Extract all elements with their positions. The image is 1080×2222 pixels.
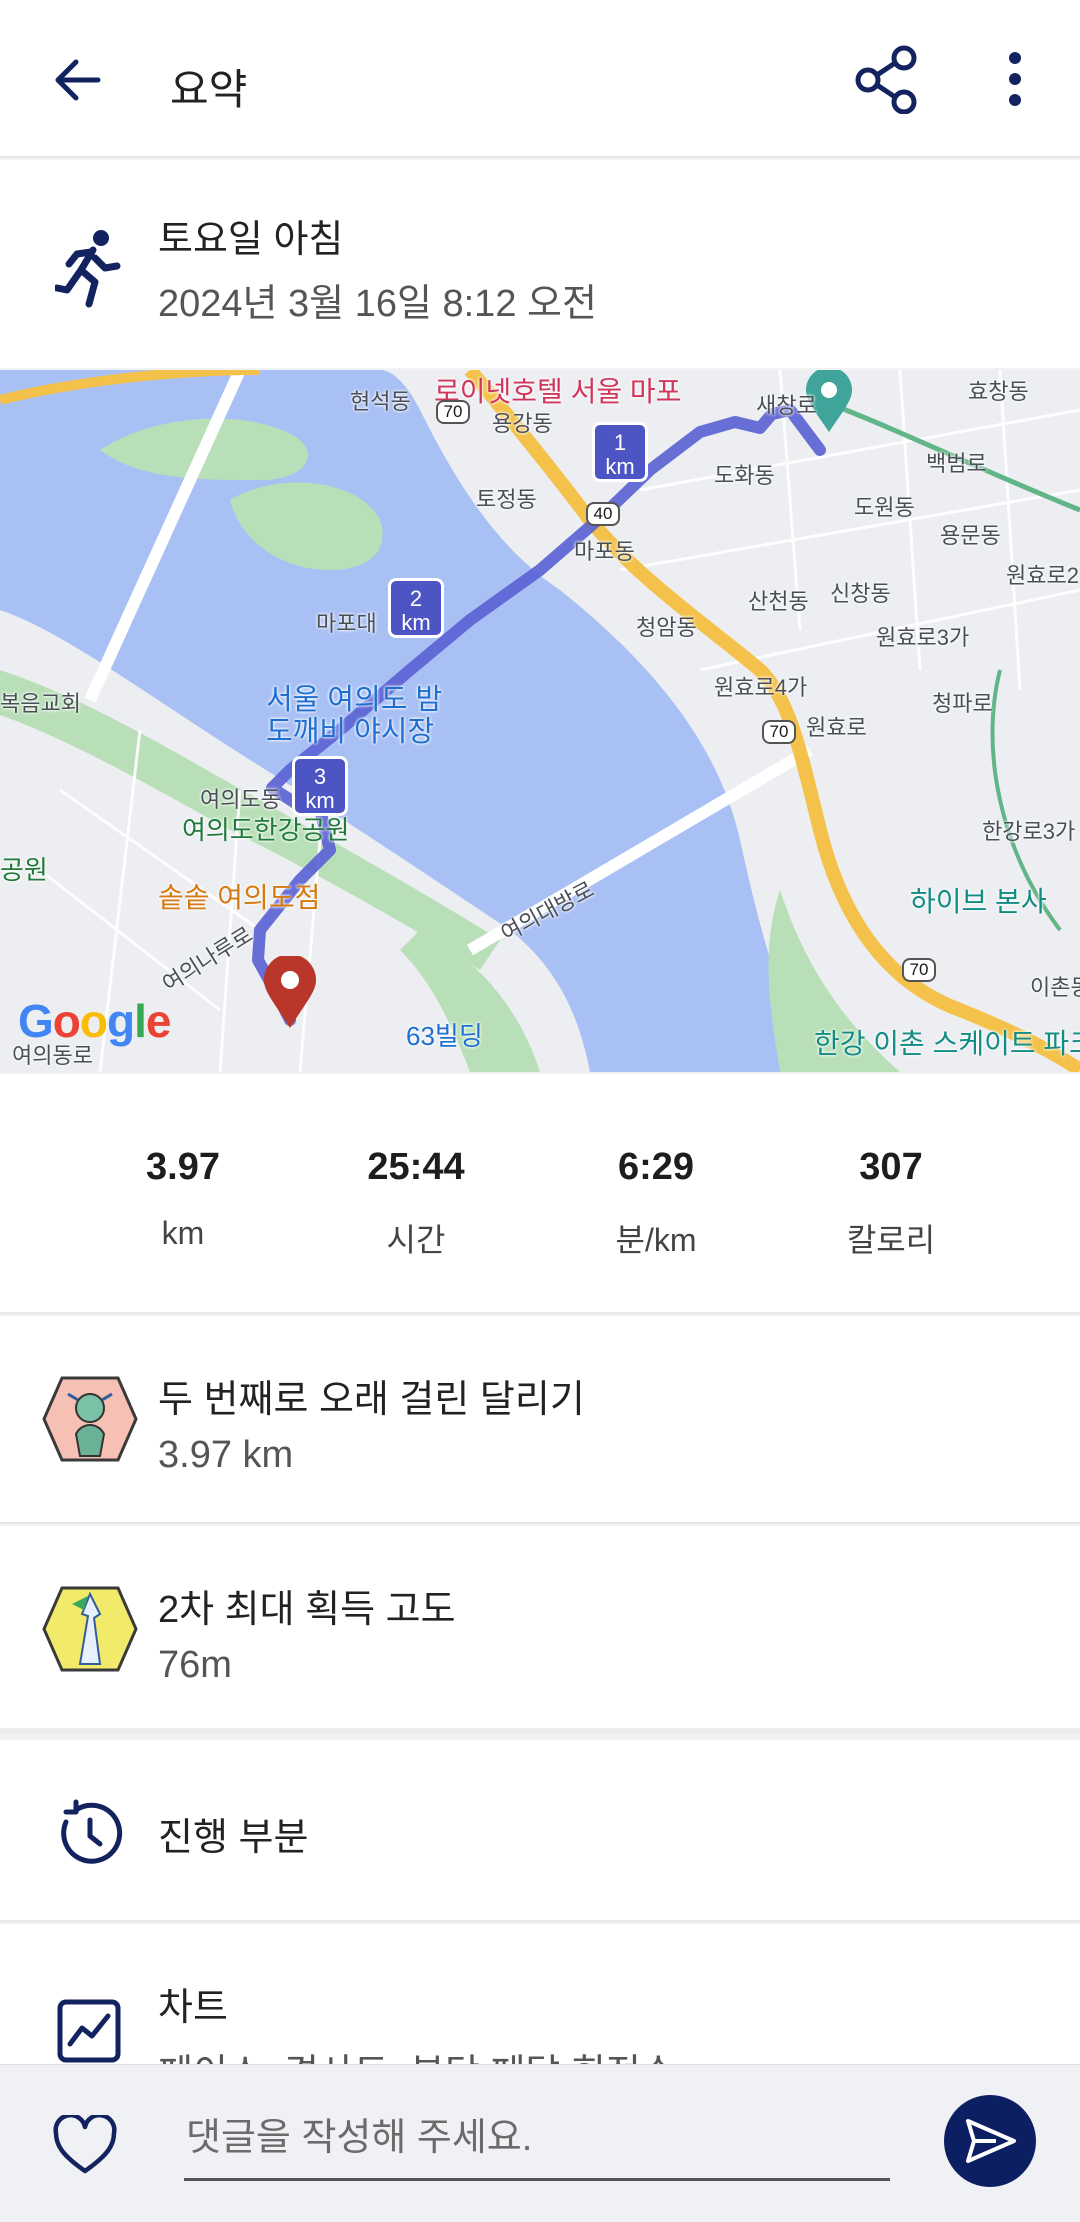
map-label: 마포동 (574, 539, 635, 564)
km-marker-1[interactable]: 1 km (592, 422, 652, 496)
splits-row[interactable]: 진행 부분 (0, 1740, 1080, 1922)
share-icon[interactable] (852, 44, 922, 114)
stats-panel: 3.97 km 25:44 시간 6:29 분/km 307 칼로리 (0, 1074, 1080, 1314)
running-icon (55, 230, 121, 308)
google-logo: Google (18, 995, 171, 1047)
map-label: 마포대 (316, 611, 377, 636)
map-label: 한강로3가 (982, 819, 1076, 844)
back-arrow-icon[interactable] (48, 50, 108, 110)
map-label: 원효로 (806, 715, 867, 740)
road-shield-40: 40 (586, 502, 620, 526)
stat-calories: 307 칼로리 (791, 1146, 991, 1261)
map-label: 백범로 (926, 451, 987, 476)
stat-value: 6:29 (617, 1146, 695, 1188)
stat-unit: 분/km (615, 1222, 697, 1258)
map-label: 원효로3가 (876, 625, 970, 650)
achievement-badge-icon (42, 1586, 138, 1672)
stat-unit: 칼로리 (846, 1222, 936, 1258)
map-label: 청파로 (932, 691, 993, 716)
stat-unit: 시간 (386, 1222, 446, 1258)
map-label: 복음교회 (0, 691, 81, 716)
road-shield-70: 70 (762, 720, 796, 744)
more-options-icon[interactable] (990, 46, 1040, 112)
send-icon (966, 2119, 1016, 2163)
map-label: 산천동 (748, 589, 809, 614)
map-label-ichon-park: 한강 이촌 스케이트 파크 (814, 1028, 1080, 1059)
activity-name: 토요일 아침 (158, 219, 344, 261)
km-marker-label: 2 (409, 586, 423, 611)
achievement-title: 두 번째로 오래 걸린 달리기 (158, 1379, 585, 1421)
page-title: 요약 (170, 66, 248, 113)
stat-value: 3.97 (146, 1146, 220, 1188)
km-marker-unit: km (605, 454, 635, 479)
map-label: 토정동 (476, 487, 537, 512)
map-label-restaurant: 솥솥 여의도점 (158, 882, 321, 913)
map-label: 도화동 (714, 463, 775, 488)
map-label: 63빌딩 (406, 1021, 483, 1051)
comment-composer (0, 2064, 1080, 2222)
road-shield-70: 70 (436, 400, 470, 424)
charts-subtitle: 페이스, 경사도, 분당 페달 회전수 (158, 2042, 676, 2064)
map-label: 효창동 (968, 379, 1029, 404)
road-shield-70: 70 (902, 958, 936, 982)
route-map[interactable]: 1 km 2 km 3 km 현석동 용강동 로이넷호텔 서울 마포 새창로 효… (0, 370, 1080, 1072)
charts-row[interactable]: 차트 페이스, 경사도, 분당 페달 회전수 (0, 1924, 1080, 2064)
map-label-hotel: 로이넷호텔 서울 마포 (434, 376, 682, 407)
achievement-value: 76m (158, 1644, 232, 1686)
map-label: 신창동 (830, 581, 891, 606)
activity-header: 토요일 아침 2024년 3월 16일 8:12 오전 (0, 160, 1080, 368)
km-marker-label: 3 (313, 764, 327, 789)
map-label-night-market-2: 도깨비 야시장 (266, 716, 435, 748)
map-label: 용강동 (492, 411, 553, 436)
achievement-elevation[interactable]: 2차 최대 획득 고도 76m (0, 1526, 1080, 1734)
stat-unit: km (161, 1215, 205, 1251)
map-label-park: 여의도한강공원 (182, 815, 350, 845)
stat-value: 307 (859, 1146, 923, 1188)
map-label: 용문동 (940, 523, 1001, 548)
comment-input[interactable] (184, 2099, 890, 2181)
achievement-badge-icon (42, 1376, 138, 1462)
map-label-hybe: 하이브 본사 (910, 886, 1047, 917)
stat-distance: 3.97 km (83, 1146, 283, 1252)
end-pin-icon[interactable] (262, 956, 318, 1030)
map-label: 공원 (0, 855, 48, 885)
stat-time: 25:44 시간 (316, 1146, 516, 1261)
map-label: 이촌동 (1030, 975, 1080, 1000)
chart-icon (57, 1999, 121, 2063)
map-label: 원효로4가 (714, 675, 808, 700)
achievement-longest-run[interactable]: 두 번째로 오래 걸린 달리기 3.97 km (0, 1316, 1080, 1524)
stat-value: 25:44 (367, 1146, 465, 1188)
stopwatch-history-icon (61, 1799, 123, 1864)
km-marker-2[interactable]: 2 km (388, 578, 448, 652)
stat-pace: 6:29 분/km (556, 1146, 756, 1261)
heart-like-icon[interactable] (52, 2115, 118, 2175)
achievement-title: 2차 최대 획득 고도 (158, 1589, 456, 1631)
map-label: 현석동 (350, 389, 411, 414)
charts-label: 차트 (158, 1987, 228, 2029)
map-label: 원효로2가 (1006, 563, 1080, 588)
map-label: 새창로 (756, 393, 817, 418)
top-app-bar: 요약 (0, 0, 1080, 158)
km-marker-unit: km (401, 610, 431, 635)
splits-label: 진행 부분 (158, 1817, 309, 1859)
map-label: 도원동 (854, 495, 915, 520)
achievement-value: 3.97 km (158, 1434, 294, 1476)
map-label: 청암동 (636, 615, 697, 640)
activity-datetime: 2024년 3월 16일 8:12 오전 (158, 283, 597, 325)
send-button[interactable] (944, 2095, 1036, 2187)
km-marker-label: 1 (613, 430, 627, 455)
